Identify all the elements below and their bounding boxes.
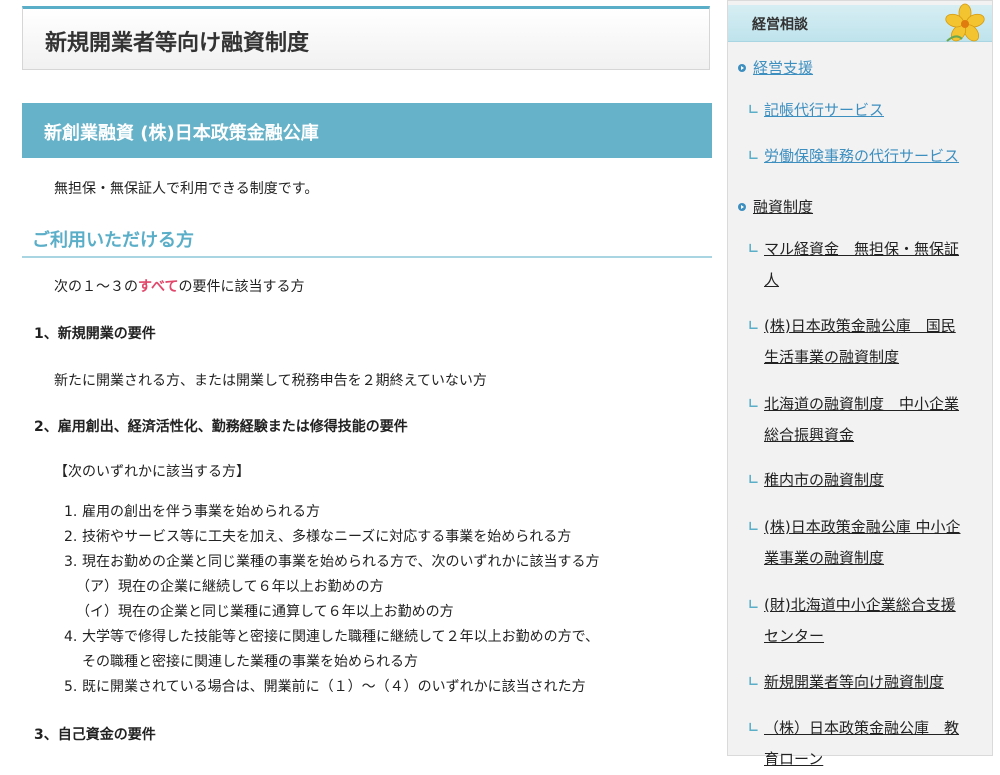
- sidebar-item-kicho[interactable]: ∟ 記帳代行サービス: [748, 95, 970, 126]
- sidebar-link[interactable]: 経営支援: [753, 59, 813, 77]
- intro-text: 無担保・無保証人で利用できる制度です。: [54, 181, 319, 197]
- sidebar-item-roudou[interactable]: ∟ 労働保険事務の代行サービス: [748, 141, 970, 172]
- list-item: 3. 現在お勤めの企業と同じ業種の事業を始められる方で、次のいずれかに該当する方: [64, 554, 600, 570]
- sidebar-header-label: 経営相談: [752, 17, 808, 33]
- sidebar-item-shinki[interactable]: ∟ 新規開業者等向け融資制度: [748, 667, 970, 698]
- eligible-heading: ご利用いただける方: [32, 230, 194, 251]
- sidebar-link[interactable]: 融資制度: [753, 198, 813, 216]
- section-title: 新創業融資 (株)日本政策金融公庫: [44, 123, 319, 144]
- sidebar: 経営相談 経営支援 ∟ 記帳代行サービス ∟ 労働保険事務の代行サービス 融資制…: [727, 0, 993, 768]
- sidebar-link[interactable]: (株)日本政策金融公庫 国民生活事業の融資制度: [764, 317, 956, 366]
- sub-item-mark-icon: ∟: [748, 473, 759, 488]
- bullet-icon: [738, 64, 746, 72]
- sidebar-item-keiei-shien[interactable]: 経営支援: [738, 53, 813, 84]
- list-item: 2. 技術やサービス等に工夫を加え、多様なニーズに対応する事業を始められる方: [64, 529, 572, 545]
- sidebar-item-hokkaido[interactable]: ∟ 北海道の融資制度 中小企業総合振興資金: [748, 389, 970, 451]
- sub-item-mark-icon: ∟: [748, 721, 759, 736]
- requirement-1-title: 1、新規開業の要件: [34, 326, 156, 342]
- sidebar-item-shien-center[interactable]: ∟ (財)北海道中小企業総合支援センター: [748, 590, 970, 652]
- sidebar-link[interactable]: (財)北海道中小企業総合支援センター: [764, 596, 956, 645]
- list-item: 5. 既に開業されている場合は、開業前に（１）～（４）のいずれかに該当された方: [64, 679, 586, 695]
- sidebar-item-kyoiku[interactable]: ∟ （株）日本政策金融公庫 教育ローン: [748, 713, 970, 775]
- sub-item-mark-icon: ∟: [748, 242, 759, 257]
- sub-item-mark-icon: ∟: [748, 149, 759, 164]
- sidebar-link[interactable]: 稚内市の融資制度: [764, 471, 884, 489]
- sidebar-link[interactable]: （株）日本政策金融公庫 教育ローン: [764, 719, 959, 768]
- page-title: 新規開業者等向け融資制度: [45, 31, 310, 56]
- requirement-intro-emphasis: すべて: [138, 279, 179, 295]
- sidebar-link[interactable]: 労働保険事務の代行サービス: [764, 147, 959, 165]
- list-item-sub: （ア）現在の企業に継続して６年以上お勤めの方: [76, 579, 384, 595]
- requirement-2-title: 2、雇用創出、経済活性化、勤務経験または修得技能の要件: [34, 419, 408, 435]
- flower-icon: [945, 3, 985, 42]
- list-item: 1. 雇用の創出を伴う事業を始められる方: [64, 504, 320, 520]
- requirement-intro-before: 次の１～３の: [54, 279, 138, 295]
- sidebar-item-chusho[interactable]: ∟ (株)日本政策金融公庫 中小企業事業の融資制度: [748, 512, 970, 574]
- sidebar-link[interactable]: (株)日本政策金融公庫 中小企業事業の融資制度: [764, 518, 960, 567]
- sidebar-link[interactable]: 記帳代行サービス: [764, 101, 884, 119]
- sub-item-mark-icon: ∟: [748, 319, 759, 334]
- sidebar-item-marukei[interactable]: ∟ マル経資金 無担保・無保証人: [748, 234, 970, 296]
- requirement-3-title: 3、自己資金の要件: [34, 727, 156, 743]
- list-item-continued: その職種と密接に関連した業種の事業を始められる方: [82, 654, 418, 670]
- sub-item-mark-icon: ∟: [748, 397, 759, 412]
- eligible-heading-box: ご利用いただける方: [22, 218, 712, 258]
- list-item-sub: （イ）現在の企業と同じ業種に通算して６年以上お勤めの方: [76, 604, 454, 620]
- sidebar-item-wakkanai[interactable]: ∟ 稚内市の融資制度: [748, 465, 970, 496]
- sub-item-mark-icon: ∟: [748, 675, 759, 690]
- sub-item-mark-icon: ∟: [748, 103, 759, 118]
- sidebar-link[interactable]: マル経資金 無担保・無保証人: [764, 240, 959, 289]
- requirement-intro: 次の１～３のすべての要件に該当する方: [54, 276, 304, 296]
- section-title-bar: 新創業融資 (株)日本政策金融公庫: [22, 103, 712, 158]
- requirement-1-text: 新たに開業される方、または開業して税務申告を２期終えていない方: [54, 373, 487, 389]
- requirement-intro-after: の要件に該当する方: [178, 279, 305, 295]
- requirement-2-list: 1. 雇用の創出を伴う事業を始められる方 2. 技術やサービス等に工夫を加え、多様な…: [64, 500, 599, 700]
- requirement-2-note: 【次のいずれかに該当する方】: [54, 464, 250, 480]
- sub-item-mark-icon: ∟: [748, 520, 759, 535]
- sidebar-link[interactable]: 新規開業者等向け融資制度: [764, 673, 944, 691]
- sidebar-link[interactable]: 北海道の融資制度 中小企業総合振興資金: [764, 395, 959, 444]
- bullet-icon: [738, 203, 746, 211]
- list-item: 4. 大学等で修得した技能等と密接に関連した職種に継続して２年以上お勤めの方で、: [64, 629, 600, 645]
- page-title-box: 新規開業者等向け融資制度: [22, 6, 710, 70]
- sidebar-item-yushi[interactable]: 融資制度: [738, 192, 813, 223]
- sidebar-header: 経営相談: [728, 3, 992, 42]
- sidebar-item-kokumin[interactable]: ∟ (株)日本政策金融公庫 国民生活事業の融資制度: [748, 311, 970, 373]
- sub-item-mark-icon: ∟: [748, 598, 759, 613]
